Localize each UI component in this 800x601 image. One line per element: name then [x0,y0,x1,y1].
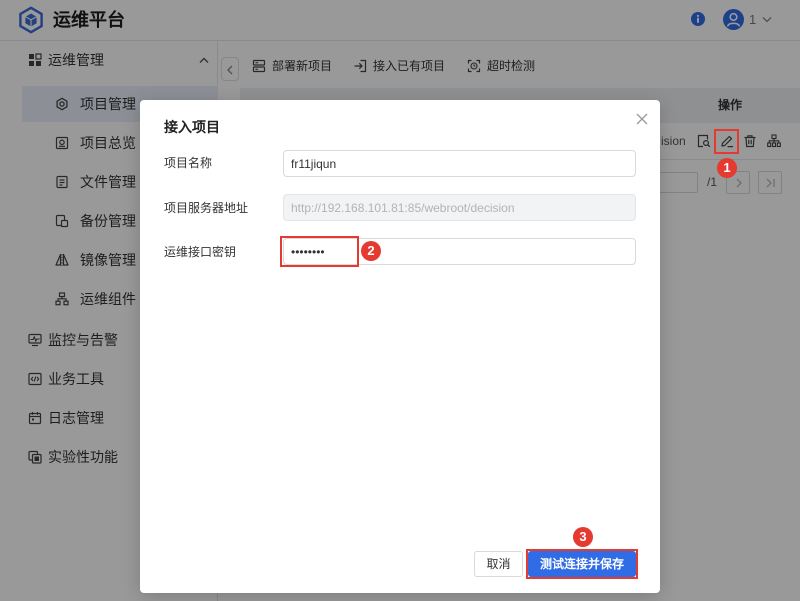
project-name-label: 项目名称 [164,156,213,170]
close-icon[interactable] [636,113,648,125]
annotation-marker-3: 3 [573,527,593,547]
annotation-box-api-key [280,236,359,267]
ops-api-key-label: 运维接口密钥 [164,245,237,259]
annotation-marker-1: 1 [717,158,737,178]
annotation-box-edit [714,129,739,154]
cancel-button[interactable]: 取消 [474,551,523,577]
project-name-input[interactable] [283,150,636,177]
annotation-marker-2: 2 [361,241,381,261]
annotation-box-save [526,549,638,579]
server-address-input [283,194,636,221]
connect-project-dialog: 接入项目 项目名称 项目服务器地址 运维接口密钥 取消 测试连接并保存 [140,100,660,593]
server-address-label: 项目服务器地址 [164,201,249,215]
dialog-title: 接入项目 [164,119,220,135]
